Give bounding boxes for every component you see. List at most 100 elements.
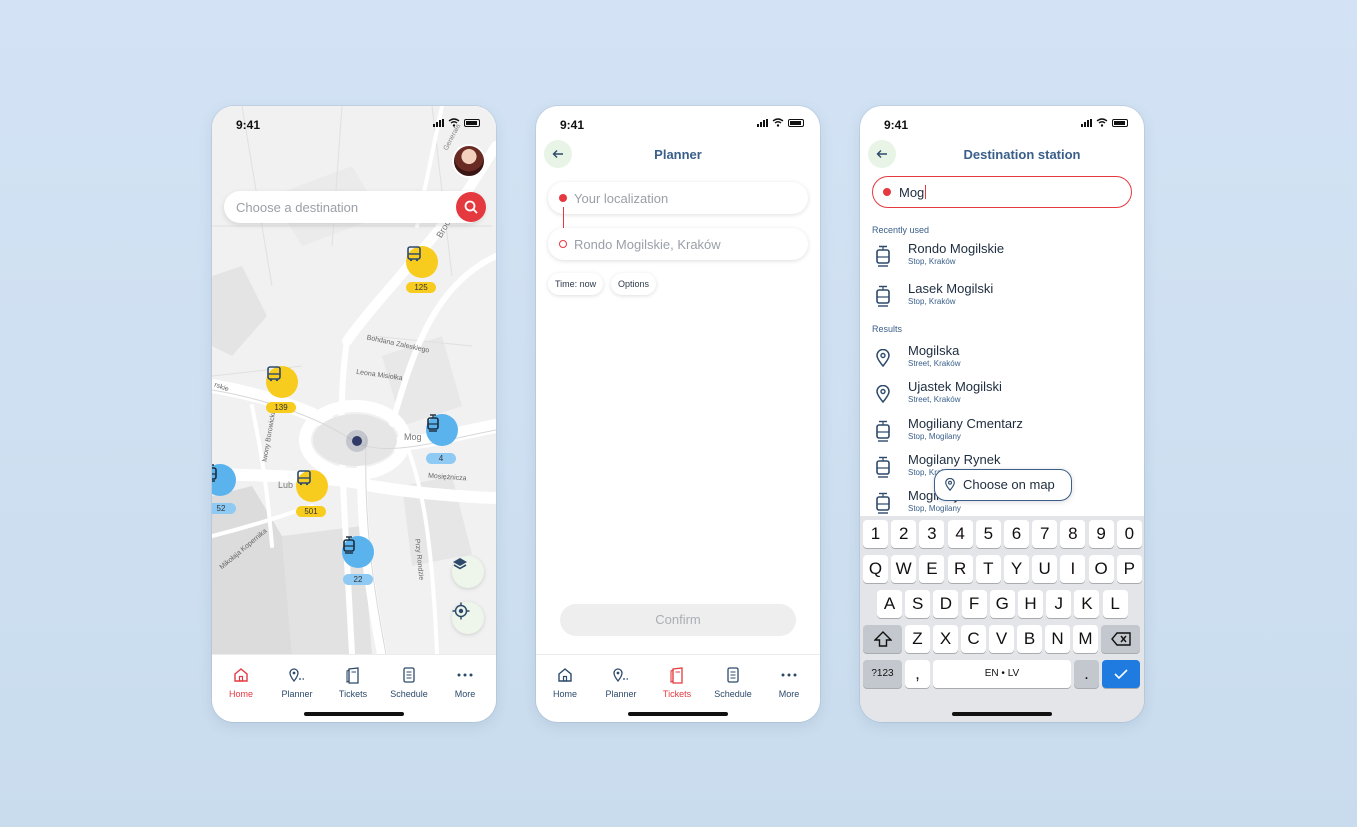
destination-input[interactable]: Rondo Mogilskie, Kraków: [574, 237, 721, 252]
key-o[interactable]: O: [1088, 555, 1114, 583]
key-6[interactable]: 6: [1004, 520, 1029, 548]
key-3[interactable]: 3: [919, 520, 945, 548]
shift-key[interactable]: [863, 625, 902, 653]
origin-input[interactable]: Your localization: [574, 191, 668, 206]
key-s[interactable]: S: [905, 590, 931, 618]
search-input[interactable]: Choose a destination: [236, 200, 358, 215]
key-q[interactable]: Q: [863, 555, 888, 583]
nav-more[interactable]: More: [761, 667, 817, 699]
key-4[interactable]: 4: [947, 520, 973, 548]
key-v[interactable]: V: [989, 625, 1014, 653]
search-button[interactable]: [456, 192, 486, 222]
bus-marker[interactable]: [406, 246, 438, 278]
list-item[interactable]: Ujastek Mogilski Street, Kraków: [872, 378, 1132, 410]
key-n[interactable]: N: [1045, 625, 1070, 653]
choose-on-map-button[interactable]: Choose on map: [934, 469, 1072, 501]
options-chip[interactable]: Options: [611, 273, 657, 295]
keyboard-row-numbers: 1234567890: [860, 520, 1144, 550]
key-c[interactable]: C: [961, 625, 986, 653]
origin-field[interactable]: Your localization: [548, 182, 808, 214]
numbers-toggle-key[interactable]: ?123: [863, 660, 902, 688]
bus-marker[interactable]: [266, 366, 298, 398]
tram-icon: [343, 536, 355, 554]
status-time: 9:41: [884, 118, 909, 132]
key-k[interactable]: K: [1074, 590, 1100, 618]
key-y[interactable]: Y: [1004, 555, 1029, 583]
list-item[interactable]: Rondo Mogilskie Stop, Kraków: [872, 240, 1132, 272]
period-key[interactable]: .: [1074, 660, 1099, 688]
key-x[interactable]: X: [933, 625, 958, 653]
submit-key[interactable]: [1102, 660, 1140, 688]
nav-label: Planner: [281, 689, 313, 699]
destination-field[interactable]: Rondo Mogilskie, Kraków: [548, 228, 808, 260]
backspace-icon: [1110, 632, 1131, 646]
confirm-button[interactable]: Confirm: [560, 604, 796, 636]
back-button[interactable]: [868, 140, 896, 168]
key-d[interactable]: D: [933, 590, 959, 618]
key-i[interactable]: I: [1060, 555, 1086, 583]
key-8[interactable]: 8: [1060, 520, 1086, 548]
backspace-key[interactable]: [1101, 625, 1140, 653]
list-item[interactable]: Mogiliany Cmentarz Stop, Mogilany: [872, 415, 1132, 447]
destination-search-bar[interactable]: Choose a destination: [224, 191, 486, 223]
ticket-icon: [346, 667, 359, 684]
signal-icon: [1081, 118, 1092, 127]
destination-search-field[interactable]: Mog: [872, 176, 1132, 208]
key-f[interactable]: F: [961, 590, 987, 618]
nav-schedule[interactable]: Schedule: [381, 667, 437, 699]
nav-label: Schedule: [714, 689, 752, 699]
tram-marker[interactable]: [426, 414, 458, 446]
nav-planner[interactable]: Planner: [593, 667, 649, 699]
results-heading: Results: [872, 324, 903, 334]
crosshair-icon: [452, 602, 470, 620]
nav-planner[interactable]: Planner: [269, 667, 325, 699]
map-view[interactable]: Generała Broc Bohdana Zaleskiego Leona M…: [212, 106, 496, 654]
nav-schedule[interactable]: Schedule: [705, 667, 761, 699]
key-9[interactable]: 9: [1088, 520, 1114, 548]
key-p[interactable]: P: [1116, 555, 1142, 583]
list-item[interactable]: Lasek Mogilski Stop, Kraków: [872, 280, 1132, 312]
nav-home[interactable]: Home: [537, 667, 593, 699]
layers-button[interactable]: [452, 556, 484, 588]
key-h[interactable]: H: [1018, 590, 1043, 618]
key-1[interactable]: 1: [863, 520, 888, 548]
status-bar: 9:41: [536, 106, 820, 142]
nav-tickets[interactable]: Tickets: [649, 667, 705, 699]
key-g[interactable]: G: [989, 590, 1015, 618]
list-item-name: Lasek Mogilski: [908, 281, 994, 296]
key-l[interactable]: L: [1102, 590, 1128, 618]
key-e[interactable]: E: [919, 555, 945, 583]
key-r[interactable]: R: [947, 555, 973, 583]
tram-marker[interactable]: [342, 536, 374, 568]
list-item-name: Ujastek Mogilski: [908, 379, 1002, 394]
key-5[interactable]: 5: [975, 520, 1001, 548]
key-7[interactable]: 7: [1032, 520, 1058, 548]
nav-label: Home: [228, 689, 253, 699]
key-b[interactable]: B: [1017, 625, 1042, 653]
tram-icon: [427, 414, 439, 432]
space-key[interactable]: EN • LV: [933, 660, 1071, 688]
key-z[interactable]: Z: [905, 625, 930, 653]
tram-icon: [876, 456, 890, 478]
key-a[interactable]: A: [877, 590, 902, 618]
nav-tickets[interactable]: Tickets: [325, 667, 381, 699]
time-chip[interactable]: Time: now: [548, 273, 604, 295]
nav-home[interactable]: Home: [213, 667, 269, 699]
locate-me-button[interactable]: [452, 602, 484, 634]
bus-marker[interactable]: [296, 470, 328, 502]
nav-label: Schedule: [390, 689, 428, 699]
comma-key[interactable]: ,: [905, 660, 930, 688]
key-0[interactable]: 0: [1116, 520, 1142, 548]
key-j[interactable]: J: [1046, 590, 1072, 618]
key-2[interactable]: 2: [891, 520, 917, 548]
key-m[interactable]: M: [1073, 625, 1098, 653]
avatar[interactable]: [452, 144, 486, 178]
vehicle-line-label: 501: [296, 506, 326, 517]
key-u[interactable]: U: [1032, 555, 1058, 583]
nav-more[interactable]: More: [437, 667, 493, 699]
list-item[interactable]: Mogilska Street, Kraków: [872, 342, 1132, 374]
nav-label: Tickets: [338, 689, 368, 699]
destination-search-input[interactable]: Mog: [899, 185, 927, 200]
key-w[interactable]: W: [891, 555, 917, 583]
key-t[interactable]: T: [975, 555, 1001, 583]
